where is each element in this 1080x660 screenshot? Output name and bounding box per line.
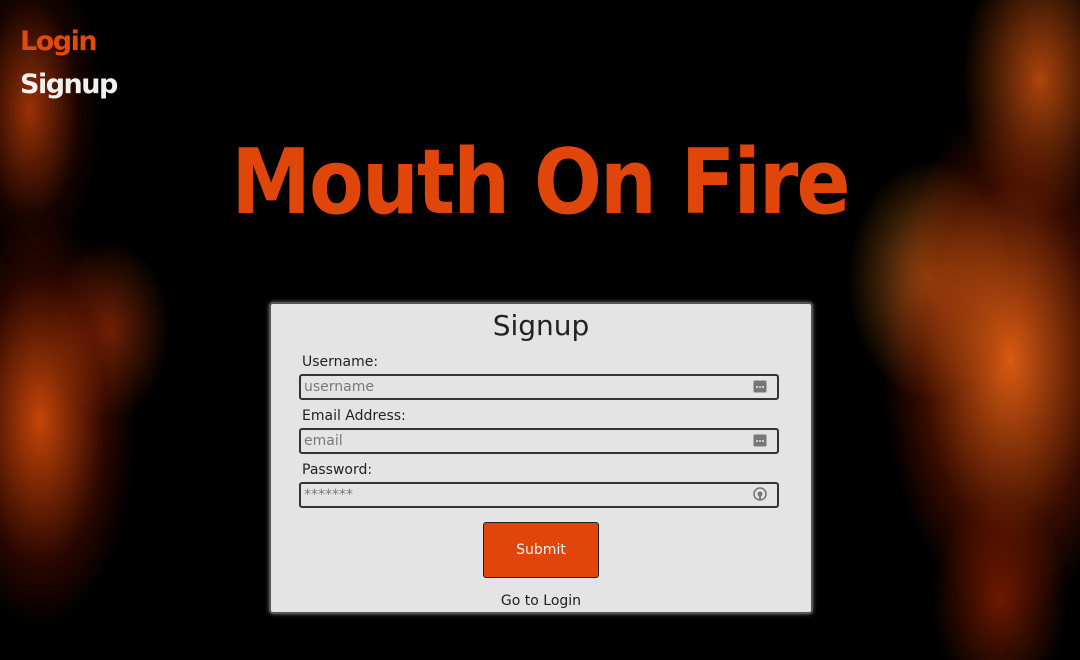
nav-login-link[interactable]: Login xyxy=(20,20,117,63)
signup-form: Signup Username: Email Address: Password… xyxy=(269,302,813,614)
email-label: Email Address: xyxy=(302,408,406,424)
password-reveal-icon[interactable] xyxy=(753,487,767,501)
page-background: Login Signup Mouth On Fire Signup Userna… xyxy=(0,0,1080,660)
nav-signup-link[interactable]: Signup xyxy=(20,63,118,106)
top-nav: Login Signup xyxy=(20,20,118,106)
password-input[interactable] xyxy=(301,484,744,506)
password-label: Password: xyxy=(302,462,373,478)
email-input[interactable] xyxy=(301,430,744,452)
email-field-box xyxy=(299,428,779,454)
password-field-box xyxy=(299,482,779,508)
username-input[interactable] xyxy=(301,376,744,398)
submit-button[interactable]: Submit xyxy=(483,522,599,578)
go-to-login-link[interactable]: Go to Login xyxy=(271,592,811,610)
password-manager-icon[interactable] xyxy=(753,434,767,447)
site-title: Mouth On Fire xyxy=(231,130,850,235)
password-manager-icon[interactable] xyxy=(753,380,767,393)
form-title: Signup xyxy=(492,309,590,342)
username-label: Username: xyxy=(302,354,379,370)
username-field-box xyxy=(299,374,779,400)
